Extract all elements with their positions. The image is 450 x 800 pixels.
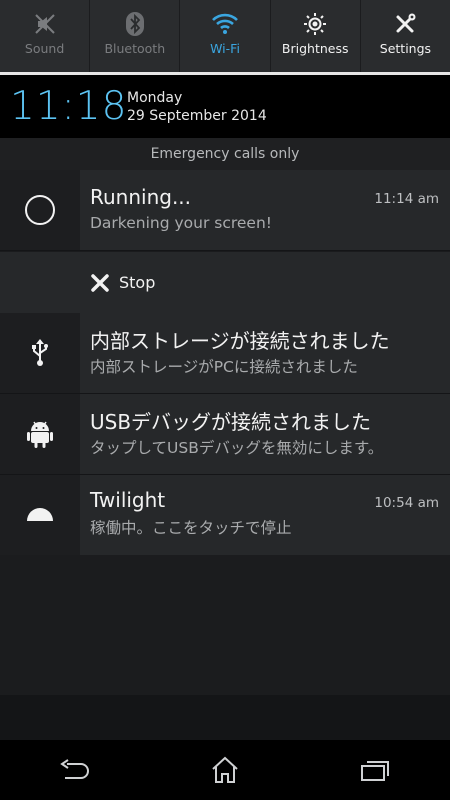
notification-running[interactable]: Running... 11:14 am Darkening your scree…: [0, 170, 450, 251]
notification-usb-debugging[interactable]: USBデバッグが接続されました タップしてUSBデバッグを無効にします。: [0, 394, 450, 475]
circle-icon: [25, 195, 55, 225]
notification-text: 内部ストレージがPCに接続されました: [90, 358, 358, 376]
clock-day: Monday: [127, 90, 183, 106]
notification-storage[interactable]: 内部ストレージが接続されました 内部ストレージがPCに接続されました: [0, 313, 450, 394]
quick-setting-label: Bluetooth: [104, 41, 166, 56]
clock-time: 11:18: [10, 84, 128, 129]
notification-icon-area: [0, 394, 80, 474]
quick-settings-bar: Sound Bluetooth Wi-Fi Brightness Setting…: [0, 0, 450, 72]
home-icon: [212, 756, 238, 783]
home-button[interactable]: [185, 740, 265, 800]
notification-icon-area: [0, 170, 80, 250]
stop-button-label: Stop: [119, 273, 156, 292]
notification-icon-area: [0, 313, 80, 393]
back-icon: [60, 759, 89, 779]
sunset-icon: [27, 508, 53, 521]
android-icon: [27, 421, 53, 448]
back-button[interactable]: [35, 740, 115, 800]
usb-icon: [32, 339, 48, 366]
quick-setting-label: Wi-Fi: [210, 41, 240, 56]
bluetooth-icon: [122, 11, 148, 37]
notification-text: Darkening your screen!: [90, 214, 273, 232]
quick-setting-brightness[interactable]: Brightness: [271, 0, 361, 72]
settings-icon: [392, 11, 418, 37]
quick-setting-label: Sound: [24, 41, 65, 56]
recent-apps-icon: [361, 761, 389, 781]
notification-time: 10:54 am: [374, 495, 439, 511]
quick-setting-bluetooth[interactable]: Bluetooth: [90, 0, 181, 72]
notification-text: タップしてUSBデバッグを無効にします。: [90, 439, 384, 457]
notification-title: 内部ストレージが接続されました: [90, 329, 390, 353]
quick-setting-wifi[interactable]: Wi-Fi: [180, 0, 271, 72]
quick-setting-sound[interactable]: Sound: [0, 0, 91, 72]
shade-bottom-handle[interactable]: [0, 695, 450, 740]
notification-shade-empty-area: [0, 555, 450, 695]
notification-title: Running...: [90, 185, 192, 209]
navigation-bar: [0, 740, 450, 800]
recent-apps-button[interactable]: [335, 740, 415, 800]
close-icon: [91, 273, 109, 292]
quick-setting-label: Settings: [379, 41, 432, 56]
notification-action-row: Stop: [0, 251, 450, 314]
stop-button[interactable]: Stop: [90, 252, 155, 313]
wifi-icon: [212, 11, 238, 37]
notification-text: 稼働中。ここをタッチで停止: [90, 519, 292, 537]
notification-title: Twilight: [90, 488, 166, 512]
quick-setting-settings[interactable]: Settings: [361, 0, 450, 72]
notification-icon-area: [0, 475, 80, 555]
brightness-icon: [302, 11, 328, 37]
notification-title: USBデバッグが接続されました: [90, 410, 372, 434]
notification-time: 11:14 am: [374, 191, 439, 207]
sound-muted-icon: [32, 11, 58, 37]
quick-setting-label: Brightness: [281, 41, 349, 56]
notification-twilight[interactable]: Twilight 10:54 am 稼働中。ここをタッチで停止: [0, 475, 450, 556]
carrier-status: Emergency calls only: [0, 138, 450, 170]
clock-date: 29 September 2014: [127, 108, 267, 124]
clock-header[interactable]: 11:18 Monday 29 September 2014: [0, 75, 450, 138]
